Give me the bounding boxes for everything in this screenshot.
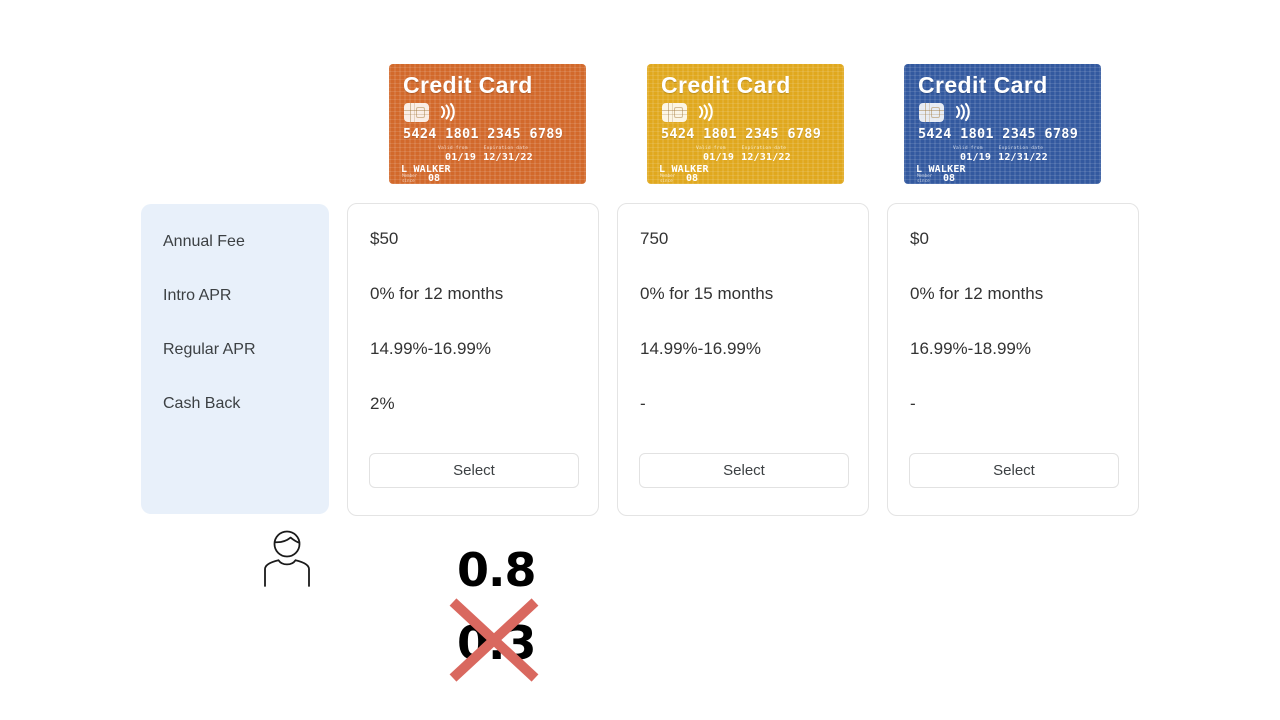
score-rejected: 0.3 [457, 616, 536, 670]
member-since-line2: since [917, 177, 930, 183]
card-number: 5424 1801 2345 6789 [918, 126, 1079, 142]
chip-contact-block [674, 107, 683, 118]
valid-from-label: Valid from [953, 146, 983, 151]
row-label-annual-fee: Annual Fee [163, 233, 245, 250]
member-since-label: Member since [660, 173, 675, 183]
comparison-column-3: $0 0% for 12 months 16.99%-18.99% - Sele… [887, 203, 1139, 516]
select-button-card-2[interactable]: Select [639, 453, 849, 488]
card-dates: 01/19 12/31/22 [703, 152, 791, 163]
member-since-value: 08 [943, 173, 956, 184]
card-number: 5424 1801 2345 6789 [403, 126, 564, 142]
comparison-row-labels-panel: Annual Fee Intro APR Regular APR Cash Ba… [141, 204, 329, 514]
member-since-line2: since [660, 177, 673, 183]
value-annual-fee: $0 [910, 229, 929, 248]
card-date-labels: Valid from Expiration date [696, 146, 786, 151]
score-selected: 0.8 [457, 543, 536, 597]
expiration-label: Expiration date [483, 146, 529, 151]
chip-icon [919, 103, 944, 122]
credit-card-image-1: Credit Card 5424 1801 2345 6789 Valid fr… [389, 64, 586, 184]
chip-contact-block [416, 107, 425, 118]
value-intro-apr: 0% for 15 months [640, 284, 774, 303]
expiration-value: 12/31/22 [998, 152, 1048, 163]
member-since-value: 08 [686, 173, 699, 184]
expiration-label: Expiration date [741, 146, 787, 151]
select-button-card-3[interactable]: Select [909, 453, 1119, 488]
valid-from-label: Valid from [438, 146, 468, 151]
card-date-labels: Valid from Expiration date [438, 146, 528, 151]
value-cash-back: 2% [370, 394, 395, 413]
value-intro-apr: 0% for 12 months [910, 284, 1044, 303]
select-button-card-1[interactable]: Select [369, 453, 579, 488]
valid-from-label: Valid from [696, 146, 726, 151]
card-brand-label: Credit Card [403, 72, 533, 98]
chip-contact-block [931, 107, 940, 118]
valid-from-value: 01/19 [960, 152, 992, 163]
card-number: 5424 1801 2345 6789 [661, 126, 822, 142]
row-label-cash-back: Cash Back [163, 395, 241, 412]
person-avatar-icon [264, 530, 310, 587]
value-cash-back: - [910, 394, 916, 413]
credit-card-image-3: Credit Card 5424 1801 2345 6789 Valid fr… [904, 64, 1101, 184]
expiration-label: Expiration date [998, 146, 1044, 151]
row-label-regular-apr: Regular APR [163, 341, 256, 358]
valid-from-value: 01/19 [445, 152, 477, 163]
card-dates: 01/19 12/31/22 [960, 152, 1048, 163]
card-brand-label: Credit Card [661, 72, 791, 98]
card-dates: 01/19 12/31/22 [445, 152, 533, 163]
card-date-labels: Valid from Expiration date [953, 146, 1043, 151]
value-regular-apr: 14.99%-16.99% [370, 339, 491, 358]
member-since-line2: since [402, 177, 415, 183]
member-since-label: Member since [917, 173, 932, 183]
chip-icon [404, 103, 429, 122]
member-since-value: 08 [428, 173, 441, 184]
contactless-icon [955, 102, 970, 122]
value-annual-fee: 750 [640, 229, 669, 248]
value-cash-back: - [640, 394, 646, 413]
comparison-column-1: $50 0% for 12 months 14.99%-16.99% 2% Se… [347, 203, 599, 516]
expiration-value: 12/31/22 [483, 152, 533, 163]
row-label-intro-apr: Intro APR [163, 287, 232, 304]
expiration-value: 12/31/22 [741, 152, 791, 163]
member-since-label: Member since [402, 173, 417, 183]
chip-icon [662, 103, 687, 122]
card-brand-label: Credit Card [918, 72, 1048, 98]
credit-card-image-2: Credit Card 5424 1801 2345 6789 Valid fr… [647, 64, 844, 184]
valid-from-value: 01/19 [703, 152, 735, 163]
contactless-icon [698, 102, 713, 122]
contactless-icon [440, 102, 455, 122]
value-intro-apr: 0% for 12 months [370, 284, 504, 303]
credit-card-images-row: Credit Card 5424 1801 2345 6789 Valid fr… [0, 0, 1280, 200]
value-regular-apr: 16.99%-18.99% [910, 339, 1031, 358]
value-annual-fee: $50 [370, 229, 399, 248]
value-regular-apr: 14.99%-16.99% [640, 339, 761, 358]
comparison-column-2: 750 0% for 15 months 14.99%-16.99% - Sel… [617, 203, 869, 516]
